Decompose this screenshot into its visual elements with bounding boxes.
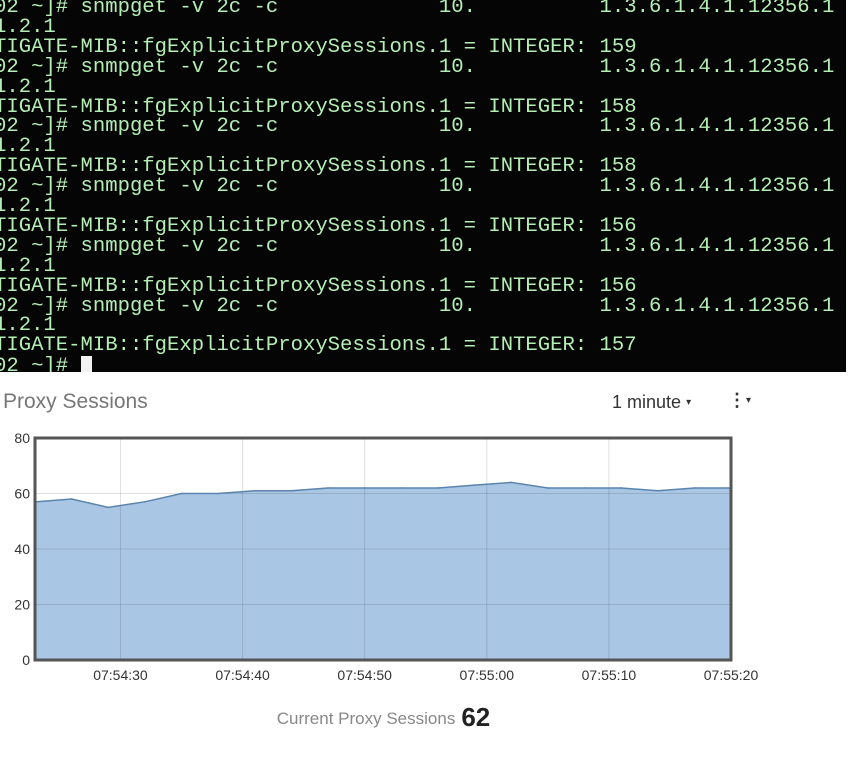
data-point bbox=[290, 489, 293, 492]
data-point bbox=[583, 487, 586, 489]
data-point bbox=[400, 487, 403, 489]
data-point bbox=[144, 501, 146, 503]
chevron-down-icon: ▾ bbox=[686, 397, 692, 408]
data-point bbox=[70, 498, 73, 500]
terminal-output-line: TIGATE-MIB::fgExplicitProxySessions.1 = … bbox=[0, 274, 637, 298]
interval-label: 1 minute bbox=[612, 392, 682, 412]
data-point bbox=[327, 487, 329, 489]
y-tick-label: 60 bbox=[14, 486, 30, 502]
data-point bbox=[180, 492, 183, 495]
y-tick-label: 0 bbox=[22, 652, 30, 668]
chevron-down-icon: ▾ bbox=[746, 395, 752, 406]
terminal-command-line: 1.2.1 bbox=[0, 75, 56, 99]
terminal-command-line: 02 ~]# snmpget -v 2c -c 10. 1.3.6.1.4.1.… bbox=[0, 294, 835, 318]
widget-title: Proxy Sessions bbox=[3, 390, 148, 413]
data-point bbox=[363, 487, 366, 489]
y-tick-label: 80 bbox=[14, 430, 30, 446]
terminal-command-line: 1.2.1 bbox=[0, 15, 56, 39]
x-tick-label: 07:54:30 bbox=[93, 667, 148, 683]
cursor bbox=[80, 356, 92, 372]
terminal-window[interactable]: 02 ~]# snmpget -v 2c -c 10. 1.3.6.1.4.1.… bbox=[0, 0, 846, 372]
x-tick-label: 07:55:00 bbox=[460, 667, 515, 683]
current-sessions-label: Current Proxy Sessions bbox=[276, 709, 456, 728]
prompt: 02 ~]# bbox=[0, 355, 81, 372]
data-point bbox=[437, 487, 439, 489]
widget-menu-button[interactable]: ⋮▾ bbox=[728, 390, 751, 411]
data-point bbox=[253, 489, 256, 492]
interval-dropdown[interactable]: 1 minute ▾ bbox=[612, 392, 691, 413]
terminal-command-line: 02 ~]# snmpget -v 2c -c 10. 1.3.6.1.4.1.… bbox=[0, 234, 835, 258]
data-point bbox=[473, 484, 476, 486]
data-point bbox=[217, 492, 219, 495]
current-sessions-value: 62 bbox=[461, 702, 491, 732]
terminal-command-line: 02 ~]# snmpget -v 2c -c 10. 1.3.6.1.4.1.… bbox=[0, 115, 835, 139]
data-point bbox=[656, 489, 659, 492]
data-point bbox=[693, 487, 696, 489]
x-tick-label: 07:54:40 bbox=[215, 667, 270, 683]
terminal-command-line: 02 ~]# snmpget -v 2c -c 10. 1.3.6.1.4.1.… bbox=[0, 175, 835, 199]
terminal-output-line: TIGATE-MIB::fgExplicitProxySessions.1 = … bbox=[0, 214, 637, 238]
x-tick-label: 07:55:10 bbox=[582, 667, 637, 683]
terminal-command-line: 02 ~]# bbox=[0, 356, 92, 372]
current-sessions: Current Proxy Sessions 62 bbox=[0, 702, 767, 733]
data-point bbox=[107, 506, 110, 509]
terminal-output-line: TIGATE-MIB::fgExplicitProxySessions.1 = … bbox=[0, 35, 637, 59]
data-point bbox=[547, 487, 549, 489]
terminal-command-line: 1.2.1 bbox=[0, 195, 56, 218]
data-point bbox=[510, 481, 513, 484]
terminal-command-line: 02 ~]# snmpget -v 2c -c 10. 1.3.6.1.4.1.… bbox=[0, 0, 835, 19]
terminal-command-line: 02 ~]# snmpget -v 2c -c 10. 1.3.6.1.4.1.… bbox=[0, 55, 835, 79]
data-point bbox=[620, 487, 622, 489]
kebab-menu-icon: ⋮ bbox=[728, 390, 746, 410]
area-fill bbox=[35, 482, 731, 660]
y-tick-label: 20 bbox=[14, 597, 30, 613]
terminal-output-line: TIGATE-MIB::fgExplicitProxySessions.1 = … bbox=[0, 334, 637, 358]
x-tick-label: 07:54:50 bbox=[337, 667, 392, 683]
terminal-command-line: 1.2.1 bbox=[0, 254, 56, 278]
x-tick-label: 07:55:20 bbox=[704, 667, 759, 683]
y-tick-label: 40 bbox=[14, 541, 30, 557]
proxy-sessions-chart: 0 20 40 60 80 07:54:30 07:54:40 07:54:50 07:55:0… bbox=[14, 430, 759, 683]
